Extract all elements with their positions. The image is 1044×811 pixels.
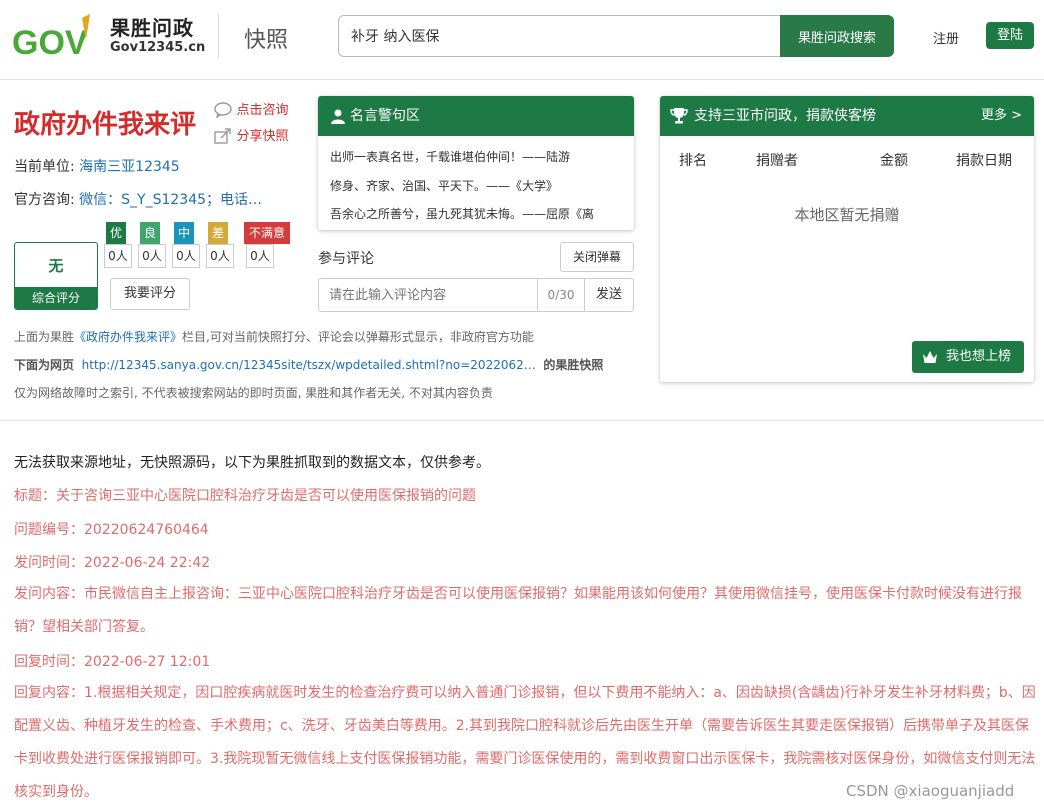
unit-link[interactable]: 海南三亚12345 (79, 159, 180, 175)
column-header-date: 捐款日期 (956, 153, 1012, 169)
rate-button[interactable]: 我要评分 (110, 278, 190, 310)
register-link[interactable]: 注册 (933, 28, 959, 47)
notice-column-link[interactable]: 《政府办件我来评》 (74, 330, 182, 344)
official-consult-row: 官方咨询: 微信：S_Y_S12345；电话… (14, 189, 262, 209)
site-logo[interactable]: GOV (12, 10, 100, 62)
send-comment-button[interactable]: 发送 (584, 278, 634, 312)
search-button[interactable]: 果胜问政搜索 (780, 15, 894, 57)
rating-count: 0人 (138, 244, 166, 268)
rating-count: 0人 (172, 244, 200, 268)
consult-link[interactable]: 点击咨询 (214, 99, 289, 119)
donation-panel: 支持三亚市问政，捐款侠客榜 更多 > 排名 捐赠者 金额 捐款日期 本地区暂无捐… (660, 96, 1034, 382)
donation-panel-title: 支持三亚市问政，捐款侠客榜 (694, 108, 876, 124)
ask-time: 发问时间：2022-06-24 22:42 (14, 555, 211, 571)
quote-panel: 名言警句区 出师一表真名世，千载谁堪伯仲间！——陆游 修身、齐家、治国、平天下。… (318, 96, 634, 230)
rating-count: 0人 (104, 244, 132, 268)
quote-line: 吾余心之所善兮，虽九死其犹未悔。——屈原《离 (330, 207, 595, 221)
logo-subtitle: Gov12345.cn (110, 40, 206, 55)
search-input[interactable] (338, 15, 782, 57)
notice-line-2: 下面为网页 http://12345.sanya.gov.cn/12345sit… (14, 356, 603, 373)
section-divider (0, 420, 1044, 421)
overall-score: 无 综合评分 (14, 242, 98, 310)
quote-panel-header: 名言警句区 (318, 96, 634, 136)
share-link-label: 分享快照 (236, 129, 289, 144)
logo-title: 果胜问政 (110, 16, 194, 40)
quote-panel-title: 名言警句区 (350, 108, 420, 124)
join-ranking-button[interactable]: 我也想上榜 (912, 341, 1024, 373)
chat-icon (214, 102, 232, 119)
comment-char-count: 0/30 (537, 278, 585, 312)
donation-more-link[interactable]: 更多 > (981, 96, 1022, 136)
rating-count: 0人 (206, 244, 234, 268)
reply-time: 回复时间：2022-06-27 12:01 (14, 654, 211, 670)
header-divider-line (0, 79, 1044, 80)
content-intro: 无法获取来源地址，无快照源码，以下为果胜抓取到的数据文本，仅供参考。 (14, 455, 490, 471)
quote-line: 修身、齐家、治国、平天下。——《大学》 (330, 179, 559, 193)
user-icon (331, 109, 345, 124)
unit-label: 当前单位: (14, 159, 75, 175)
header-divider (218, 14, 219, 58)
consult-label: 官方咨询: (14, 192, 75, 208)
comment-input[interactable] (318, 278, 538, 312)
rating-tag[interactable]: 差 (208, 222, 228, 244)
login-button[interactable]: 登陆 (986, 22, 1034, 49)
logo-lettering: GOV (12, 24, 88, 62)
join-ranking-label: 我也想上榜 (946, 349, 1012, 364)
donation-panel-header: 支持三亚市问政，捐款侠客榜 更多 > (660, 96, 1034, 136)
consult-value[interactable]: 微信：S_Y_S12345；电话… (79, 192, 262, 208)
quote-line: 出师一表真名世，千载谁堪伯仲间！——陆游 (330, 150, 571, 164)
notice-url-label: 下面为网页 (14, 358, 75, 372)
consult-link-label: 点击咨询 (236, 103, 289, 118)
share-link[interactable]: 分享快照 (214, 125, 288, 144)
notice-prefix: 上面为果胜 (14, 330, 75, 344)
overall-score-value: 无 (48, 257, 64, 275)
notice-line-3: 仅为网络故障时之索引, 不代表被搜索网站的即时页面, 果胜和其作者无关, 不对其… (14, 386, 493, 400)
close-barrage-button[interactable]: 关闭弹幕 (560, 242, 634, 272)
page-label: 快照 (244, 28, 289, 53)
rating-tag[interactable]: 良 (140, 222, 160, 244)
share-icon (214, 128, 231, 144)
trophy-icon (670, 108, 688, 124)
rating-tag[interactable]: 不满意 (244, 222, 290, 244)
column-header-amount: 金额 (880, 153, 908, 169)
column-header-rank: 排名 (679, 153, 707, 169)
comment-title: 参与评论 (318, 251, 374, 267)
issue-title: 标题：关于咨询三亚中心医院口腔科治疗牙齿是否可以使用医保报销的问题 (14, 488, 476, 504)
evaluation-title: 政府办件我来评 (14, 110, 197, 140)
source-url-link[interactable]: http://12345.sanya.gov.cn/12345site/tszx… (82, 358, 536, 372)
rating-tag[interactable]: 优 (106, 222, 126, 244)
notice-suffix: 栏目,可对当前快照打分、评论会以弹幕形式显示，非政府官方功能 (182, 330, 534, 344)
overall-score-label: 综合评分 (15, 287, 97, 309)
column-header-donor: 捐赠者 (756, 153, 798, 169)
watermark: CSDN @xiaoguanjiadd (846, 782, 1015, 800)
donation-empty-message: 本地区暂无捐赠 (794, 206, 900, 224)
notice-line-1: 上面为果胜《政府办件我来评》栏目,可对当前快照打分、评论会以弹幕形式显示，非政府… (14, 328, 534, 345)
ask-content: 发问内容：市民微信自主上报咨询：三亚中心医院口腔科治疗牙齿是否可以使用医保报销？… (14, 586, 1022, 635)
current-unit-row: 当前单位: 海南三亚12345 (14, 156, 180, 176)
rating-count: 0人 (246, 244, 274, 268)
notice-url-suffix: 的果胜快照 (543, 358, 604, 372)
rating-tag[interactable]: 中 (174, 222, 194, 244)
crown-icon (923, 351, 937, 363)
issue-number: 问题编号：20220624760464 (14, 522, 209, 538)
